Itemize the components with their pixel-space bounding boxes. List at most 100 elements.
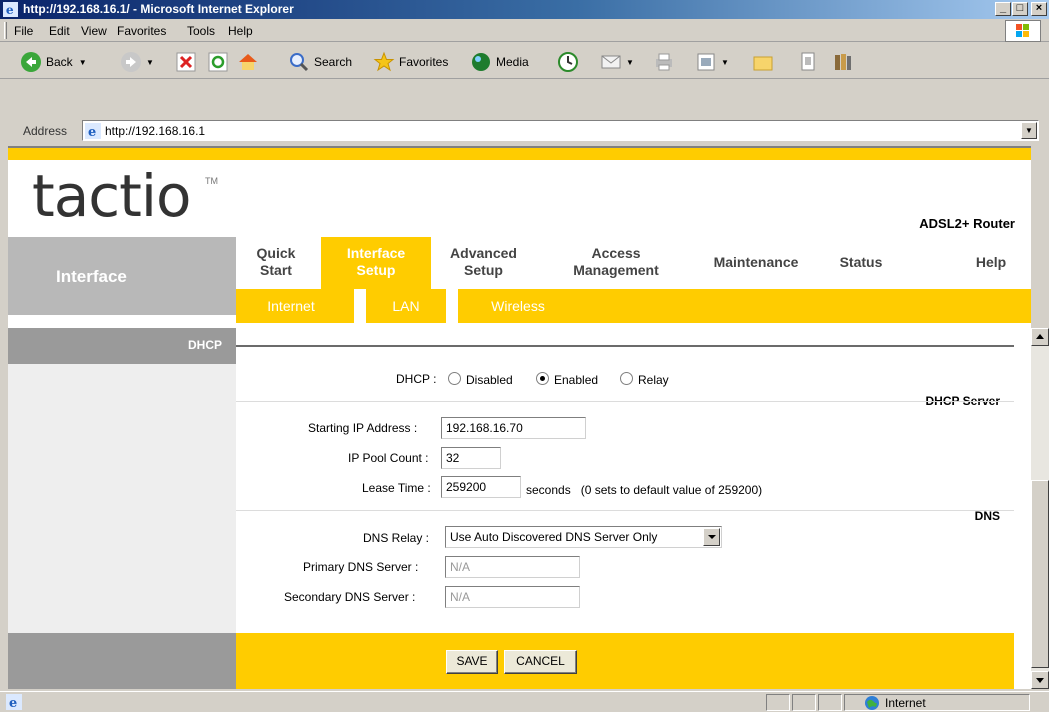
back-dropdown-icon: ▼	[78, 57, 87, 67]
tab-interface-setup-line1: Interface	[346, 245, 406, 261]
tab-interface-setup[interactable]: Interface Setup	[321, 237, 431, 289]
stop-button[interactable]	[175, 50, 201, 74]
address-input[interactable]: e http://192.168.16.1 ▼	[82, 120, 1039, 141]
maximize-button[interactable]: □	[1012, 2, 1028, 16]
cancel-button[interactable]: CANCEL	[504, 650, 577, 674]
menu-file[interactable]: File	[14, 24, 33, 38]
address-dropdown-icon[interactable]: ▼	[1021, 122, 1037, 139]
tab-access-management-line1: Access	[591, 245, 641, 261]
home-button[interactable]	[237, 50, 263, 74]
top-accent-strip	[8, 148, 1031, 160]
forward-arrow-icon	[121, 52, 141, 72]
favorites-button[interactable]: Favorites	[373, 50, 448, 74]
research-button[interactable]	[832, 50, 858, 74]
page-status-icon: e	[6, 694, 22, 710]
print-button[interactable]	[653, 50, 679, 74]
menu-favorites[interactable]: Favorites	[117, 24, 166, 38]
page-viewport: tactio TM ADSL2+ Router Interface Quick …	[8, 146, 1031, 689]
books-icon	[835, 54, 851, 70]
mail-dropdown-icon: ▼	[626, 57, 634, 67]
dhcp-mode-label: DHCP :	[396, 372, 437, 386]
lease-time-input[interactable]: 259200	[441, 476, 521, 498]
dhcp-enabled-label: Enabled	[554, 373, 599, 387]
tab-quick-start-line2: Start	[260, 262, 292, 278]
dhcp-relay-radio[interactable]	[620, 372, 633, 385]
favorites-label: Favorites	[399, 55, 449, 69]
primary-dns-input[interactable]: N/A	[445, 556, 580, 578]
mail-button[interactable]: ▼	[600, 50, 634, 74]
window-title: http://192.168.16.1/ - Microsoft Interne…	[23, 2, 294, 16]
tab-status[interactable]: Status	[831, 237, 891, 289]
start-ip-input[interactable]: 192.168.16.70	[441, 417, 586, 439]
tab-access-management[interactable]: Access Management	[556, 237, 676, 289]
save-button[interactable]: SAVE	[446, 650, 498, 674]
pool-count-input[interactable]: 32	[441, 447, 501, 469]
svg-text:e: e	[88, 125, 96, 139]
tab-quick-start[interactable]: Quick Start	[246, 237, 306, 289]
tab-maintenance[interactable]: Maintenance	[701, 237, 811, 289]
search-label: Search	[314, 55, 353, 69]
row-divider	[236, 510, 1014, 511]
toolbar: Back ▼ ▼ Search Favorites Media ▼ ▼	[0, 43, 1049, 79]
product-name: ADSL2+ Router	[919, 216, 1015, 231]
tab-advanced-setup-line2: Setup	[464, 262, 503, 278]
scroll-thumb[interactable]	[1031, 480, 1049, 668]
footer-left-bar	[8, 633, 236, 689]
search-button[interactable]: Search	[288, 50, 352, 74]
history-button[interactable]	[557, 50, 583, 74]
vertical-scrollbar[interactable]	[1031, 328, 1049, 689]
sub-nav: Internet LAN Wireless	[236, 289, 1031, 323]
chevron-down-icon[interactable]	[703, 528, 720, 546]
media-label: Media	[496, 55, 529, 69]
mail-icon	[601, 55, 621, 69]
edit-page-icon	[697, 53, 715, 71]
messenger-button[interactable]	[797, 50, 823, 74]
back-button[interactable]: Back ▼	[20, 50, 87, 74]
tab-advanced-setup-line1: Advanced	[450, 245, 517, 261]
tab-help[interactable]: Help	[961, 237, 1021, 289]
tab-status-label: Status	[839, 254, 883, 270]
windows-flag-icon	[1005, 20, 1041, 42]
lease-time-hint: seconds (0 sets to default value of 2592…	[526, 483, 763, 497]
scroll-up-arrow-icon[interactable]	[1031, 328, 1049, 346]
dhcp-relay-label: Relay	[638, 373, 669, 387]
section-divider	[236, 345, 1014, 347]
subtab-wireless[interactable]: Wireless	[468, 289, 568, 323]
menu-help[interactable]: Help	[228, 24, 253, 38]
primary-dns-label: Primary DNS Server :	[303, 560, 419, 574]
dns-relay-label: DNS Relay :	[363, 531, 430, 545]
secondary-dns-label: Secondary DNS Server :	[284, 590, 416, 604]
menu-tools[interactable]: Tools	[187, 24, 215, 38]
logo-trademark: TM	[205, 176, 218, 186]
back-label: Back	[46, 55, 73, 69]
subtab-internet[interactable]: Internet	[246, 289, 336, 323]
status-pane	[818, 694, 842, 711]
secondary-dns-input[interactable]: N/A	[445, 586, 580, 608]
lease-time-label: Lease Time :	[362, 481, 431, 495]
refresh-button[interactable]	[207, 50, 233, 74]
media-button[interactable]: Media	[470, 50, 529, 74]
edit-button[interactable]: ▼	[695, 50, 729, 74]
close-button[interactable]: ×	[1031, 2, 1047, 16]
scroll-down-arrow-icon[interactable]	[1031, 671, 1049, 689]
svg-text:e: e	[9, 696, 17, 710]
menu-bar: File Edit View Favorites Tools Help	[0, 19, 1049, 42]
document-icon	[801, 52, 815, 71]
dhcp-enabled-radio[interactable]	[536, 372, 549, 385]
edit-dropdown-icon: ▼	[721, 57, 729, 67]
menu-view[interactable]: View	[81, 24, 107, 38]
home-icon	[239, 54, 257, 70]
discuss-button[interactable]	[752, 50, 778, 74]
zone-label: Internet	[885, 696, 926, 710]
tab-advanced-setup[interactable]: Advanced Setup	[436, 237, 531, 289]
dns-relay-select[interactable]: Use Auto Discovered DNS Server Only	[445, 526, 722, 548]
dhcp-form: DHCP DHCP Server DNS DHCP : Disabled Ena…	[8, 328, 1014, 689]
dhcp-disabled-radio[interactable]	[448, 372, 461, 385]
subtab-lan[interactable]: LAN	[366, 289, 446, 323]
footer-action-bar: SAVE CANCEL	[236, 633, 1014, 689]
menu-edit[interactable]: Edit	[49, 24, 70, 38]
forward-button[interactable]: ▼	[120, 50, 154, 74]
minimize-button[interactable]: _	[995, 2, 1011, 16]
start-ip-label: Starting IP Address :	[308, 421, 418, 435]
refresh-icon	[208, 52, 228, 72]
